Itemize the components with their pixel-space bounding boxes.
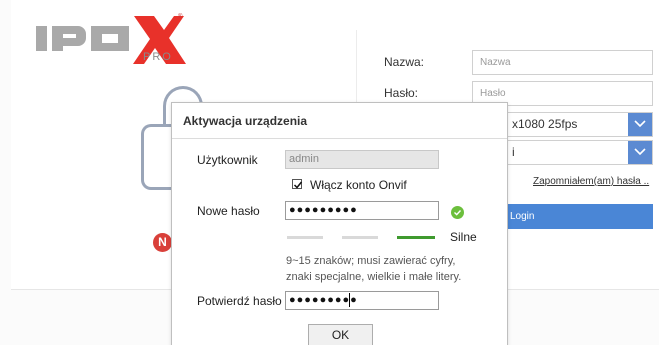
new-password-label: Nowe hasło	[197, 204, 260, 218]
chevron-down-icon[interactable]	[628, 141, 652, 164]
onvif-checkbox[interactable]	[292, 179, 303, 189]
login-button[interactable]: Login	[507, 204, 653, 229]
chevron-down-icon[interactable]	[628, 113, 652, 136]
user-field: admin	[285, 150, 439, 169]
screen: ® PRO N Nazwa: Nazwa Hasło: Hasło x1080 …	[0, 0, 659, 345]
strength-bar-weak	[287, 236, 323, 239]
activation-dialog: Aktywacja urządzenia Użytkownik admin Wł…	[171, 102, 508, 345]
password-label: Hasło:	[384, 86, 419, 100]
strength-label: Silne	[450, 230, 477, 244]
ok-button[interactable]: OK	[308, 324, 373, 345]
logo-subtitle: PRO	[143, 51, 173, 63]
password-hint-line: znaki specjalne, wielkie i małe litery.	[286, 271, 462, 283]
user-label: Użytkownik	[197, 153, 258, 167]
mode-select[interactable]: i	[507, 140, 653, 165]
password-hint: 9~15 znaków; musi zawierać cyfry, znaki …	[286, 253, 486, 285]
stream-select-value: x1080 25fps	[512, 117, 578, 131]
mode-select-value: i	[512, 145, 515, 159]
stream-select[interactable]: x1080 25fps	[507, 112, 653, 137]
strength-bar-strong	[397, 236, 435, 239]
name-label: Nazwa:	[384, 55, 425, 69]
check-circle-icon	[451, 206, 464, 219]
text-caret	[349, 293, 350, 307]
name-input[interactable]: Nazwa	[472, 50, 653, 75]
onvif-checkbox-label[interactable]: Włącz konto Onvif	[310, 178, 407, 192]
registered-mark: ®	[178, 14, 183, 20]
password-hint-line: 9~15 znaków; musi zawierać cyfry,	[286, 255, 456, 267]
n-badge-icon: N	[153, 233, 172, 252]
strength-bar-medium	[342, 236, 378, 239]
forgot-password-link[interactable]: Zapomniałem(am) hasła ..	[533, 176, 649, 187]
confirm-password-label: Potwierdź hasło	[197, 294, 282, 308]
dialog-title: Aktywacja urządzenia	[172, 103, 507, 139]
new-password-input[interactable]: ●●●●●●●●●	[285, 201, 439, 220]
confirm-password-input[interactable]: ●●●●●●●●●	[285, 291, 439, 310]
